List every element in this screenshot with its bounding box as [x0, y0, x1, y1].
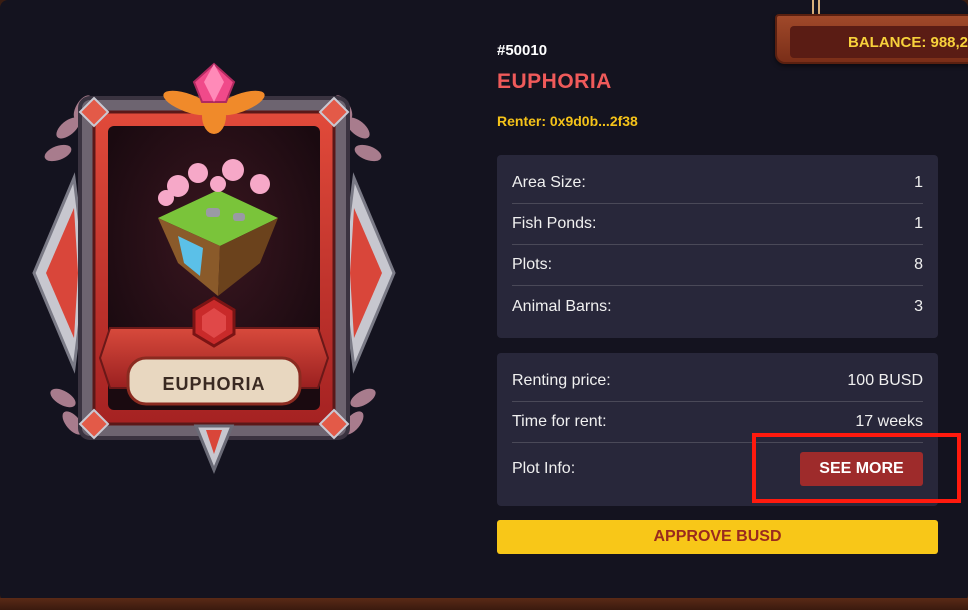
card-banner-text: EUPHORIA [162, 374, 265, 394]
bottom-wood-strip [0, 598, 968, 610]
nft-name: EUPHORIA [497, 70, 612, 93]
stat-row-area-size: Area Size: 1 [512, 163, 923, 204]
plot-info-label: Plot Info: [512, 459, 576, 477]
time-for-rent-value: 17 weeks [855, 413, 923, 430]
stat-value: 3 [914, 297, 923, 315]
nft-id: #50010 [497, 42, 548, 59]
stat-value: 1 [914, 174, 923, 191]
stat-label: Area Size: [512, 174, 586, 191]
stat-row-fish-ponds: Fish Ponds: 1 [512, 204, 923, 245]
approve-busd-button[interactable]: APPROVE BUSD [497, 520, 938, 554]
stat-label: Fish Ponds: [512, 215, 597, 232]
stat-label: Animal Barns: [512, 297, 612, 315]
renting-price-value: 100 BUSD [847, 372, 923, 389]
time-for-rent-label: Time for rent: [512, 413, 607, 430]
stat-label: Plots: [512, 256, 553, 273]
nft-detail-panel: EUPHORIA #50010 EUPHORIA Renter: 0x9d0b.… [0, 0, 968, 602]
land-card-art: EUPHORIA [32, 62, 396, 474]
renter-address: Renter: 0x9d0b...2f38 [497, 113, 638, 129]
stat-value: 8 [914, 256, 923, 273]
land-stats-box: Area Size: 1 Fish Ponds: 1 Plots: 8 Anim… [497, 155, 938, 338]
see-more-highlight-box [752, 433, 961, 503]
balance-display: BALANCE: 988,2 [790, 26, 968, 58]
renting-price-row: Renting price: 100 BUSD [512, 361, 923, 402]
balance-text: BALANCE: 988,2 [848, 33, 968, 51]
stat-row-plots: Plots: 8 [512, 245, 923, 286]
stat-value: 1 [914, 215, 923, 232]
renting-price-label: Renting price: [512, 372, 611, 389]
stat-row-animal-barns: Animal Barns: 3 [512, 286, 923, 327]
land-card: EUPHORIA [28, 58, 400, 478]
